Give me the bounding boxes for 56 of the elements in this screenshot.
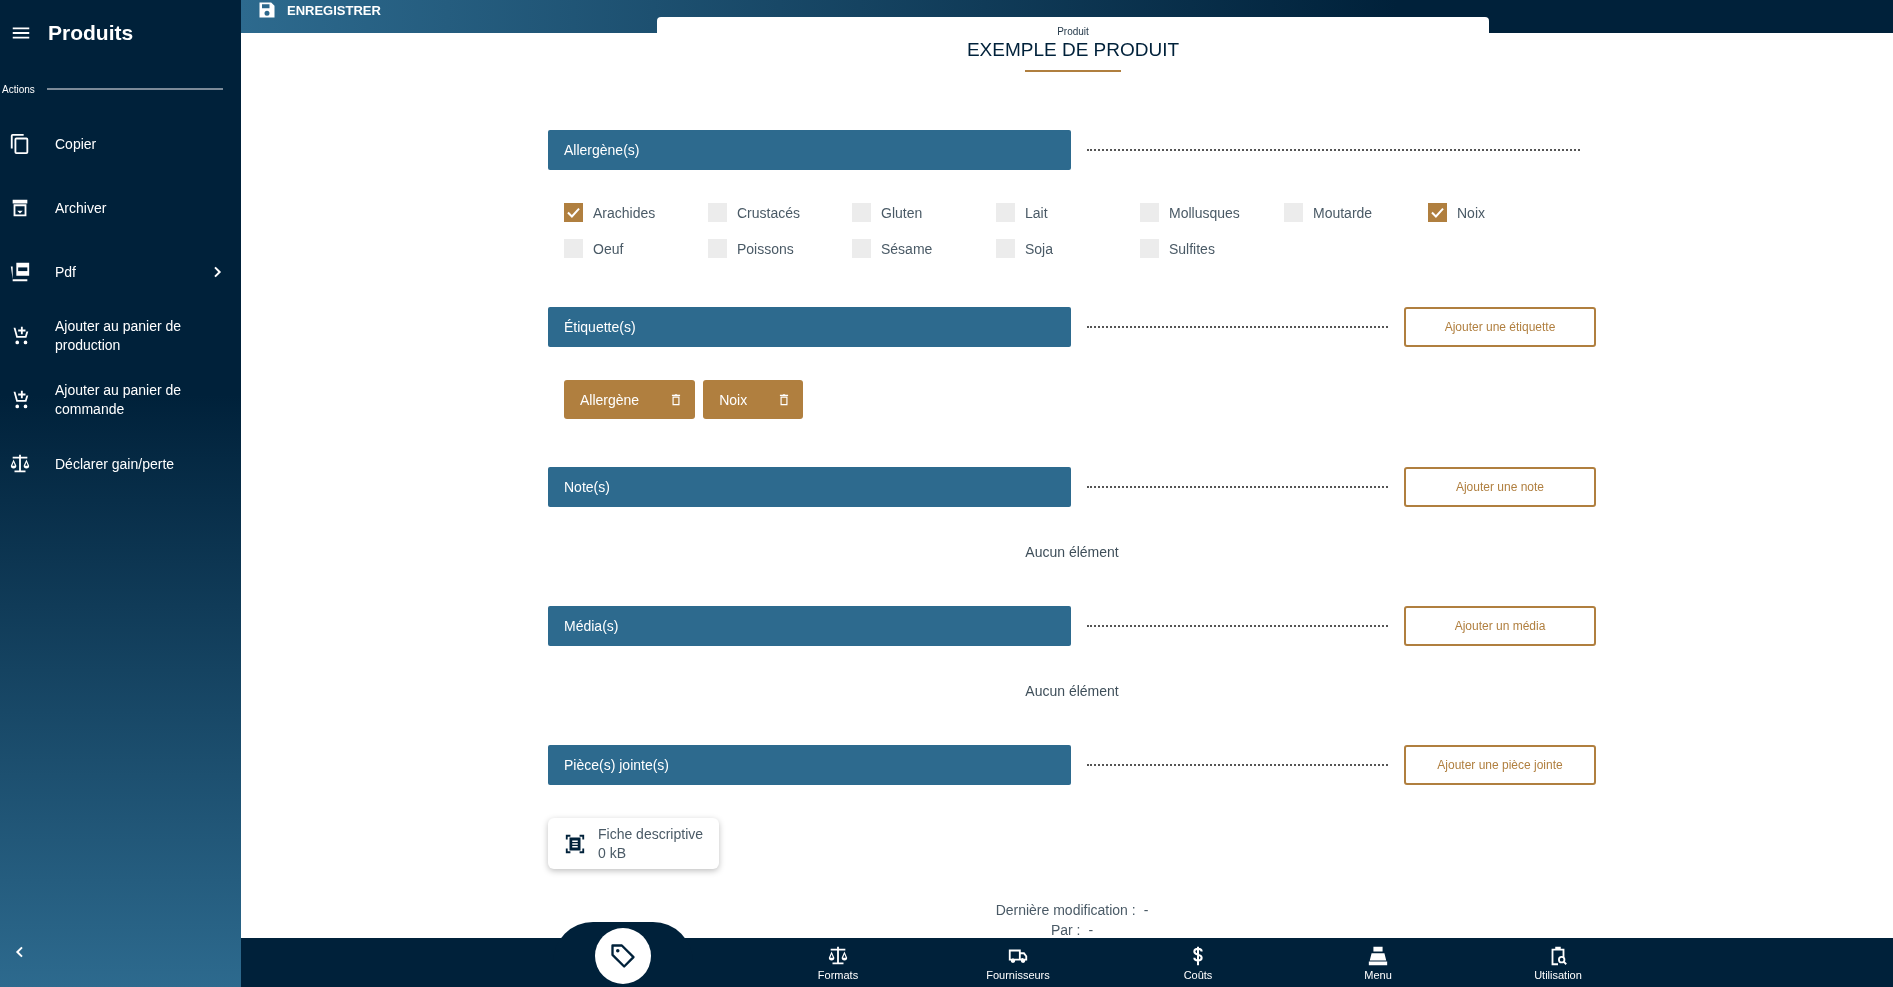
add-button[interactable]: Ajouter une pièce jointe — [1404, 745, 1596, 785]
sidebar-item[interactable]: Déclarer gain/perte — [0, 432, 241, 496]
add-button[interactable]: Ajouter un média — [1404, 606, 1596, 646]
scale-icon — [9, 453, 31, 475]
tag-label: Noix — [719, 391, 748, 408]
file-name: Fiche descriptive — [598, 826, 704, 842]
sidebar-title: Produits — [48, 21, 134, 45]
scale-icon — [827, 945, 849, 967]
nav-tab[interactable]: Utilisation — [1468, 945, 1648, 981]
copy-icon — [9, 133, 31, 155]
nav-tab[interactable]: Menu — [1288, 945, 1468, 981]
add-button[interactable]: Ajouter une étiquette — [1404, 307, 1596, 347]
nav-tab[interactable]: Fournisseurs — [928, 945, 1108, 981]
sidebar-item[interactable]: Archiver — [0, 176, 241, 240]
file-size: 0 kB — [598, 845, 627, 861]
section-header: Note(s) — [548, 467, 1071, 507]
modified-label: Dernière modification : — [995, 902, 1136, 918]
author-value: - — [1088, 922, 1094, 938]
nav-tab[interactable] — [595, 928, 651, 984]
tag-icon — [609, 942, 637, 970]
checkbox[interactable]: Sésame — [852, 238, 996, 259]
section-header: Allergène(s) — [548, 130, 1071, 170]
author-label: Par : — [1050, 922, 1081, 938]
checkbox[interactable]: Poissons — [708, 238, 852, 259]
sidebar-item[interactable]: Copier — [0, 112, 241, 176]
section-header: Pièce(s) jointe(s) — [548, 745, 1071, 785]
section-label: Actions — [2, 83, 35, 95]
checkbox[interactable]: Arachides — [564, 202, 708, 223]
checkbox[interactable]: Gluten — [852, 202, 996, 223]
add-button[interactable]: Ajouter une note — [1404, 467, 1596, 507]
checkbox[interactable]: Noix — [1428, 202, 1572, 223]
pdf-icon — [9, 261, 31, 283]
checkbox[interactable]: Soja — [996, 238, 1140, 259]
cash-register-icon — [1367, 945, 1389, 967]
sidebar-item[interactable]: Ajouter au panier de commande — [0, 368, 241, 432]
nav-tab[interactable]: Formats — [748, 945, 928, 981]
page-title: EXEMPLE DE PRODUIT — [965, 39, 1181, 61]
sidebar-item[interactable]: Pdf — [0, 240, 241, 304]
section-header: Étiquette(s) — [548, 307, 1071, 347]
attachment-card[interactable]: Fiche descriptive 0 kB — [548, 818, 720, 869]
checkbox[interactable]: Moutarde — [1284, 202, 1428, 223]
empty-message: Aucun élément — [1024, 543, 1120, 562]
modified-value: - — [1143, 902, 1149, 918]
save-button[interactable]: ENREGISTRER — [241, 0, 397, 20]
section-header: Média(s) — [548, 606, 1071, 646]
checkbox[interactable]: Mollusques — [1140, 202, 1284, 223]
checkbox[interactable]: Lait — [996, 202, 1140, 223]
empty-message: Aucun élément — [1024, 682, 1120, 701]
tag-label: Allergène — [580, 391, 640, 408]
document-scan-icon — [564, 832, 586, 855]
checkbox[interactable]: Crustacés — [708, 202, 852, 223]
nav-tab[interactable]: Coûts — [1108, 945, 1288, 981]
checkbox[interactable]: Oeuf — [564, 238, 708, 259]
page-subtitle: Produit — [1056, 26, 1090, 37]
sidebar-item[interactable]: Ajouter au panier de production — [0, 304, 241, 368]
checkbox[interactable]: Sulfites — [1140, 238, 1284, 259]
